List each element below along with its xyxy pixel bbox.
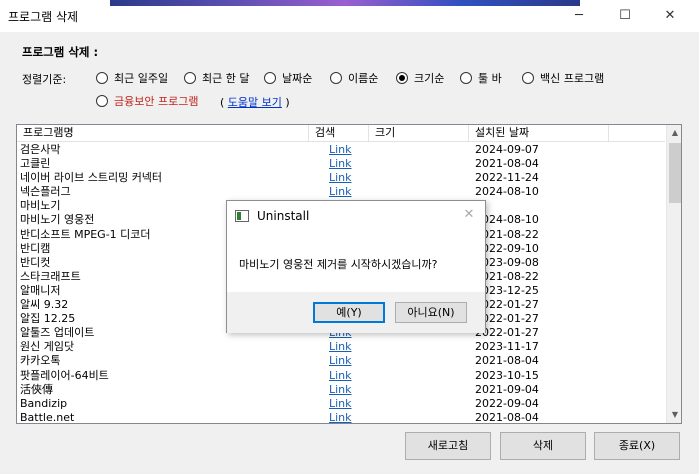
install-date: 2023-11-17 bbox=[475, 340, 539, 354]
radio-dot bbox=[184, 72, 196, 84]
program-name: 活俠傳 bbox=[20, 382, 53, 396]
delete-button[interactable]: 삭제 bbox=[500, 432, 586, 460]
column-header-size[interactable]: 크기 bbox=[369, 125, 469, 142]
radio-dot bbox=[96, 95, 108, 107]
help-link[interactable]: 도움말 보기 bbox=[228, 96, 282, 109]
program-name: 마비노기 영웅전 bbox=[20, 213, 95, 227]
exit-button[interactable]: 종료(X) bbox=[594, 432, 680, 460]
program-name: 검은사막 bbox=[20, 143, 61, 156]
list-item[interactable]: 팟플레이어-64비트 Link 2023-10-15 bbox=[17, 369, 665, 383]
list-item[interactable]: 고클린 Link 2021-08-04 bbox=[17, 157, 665, 171]
program-name: 알씨 9.32 bbox=[20, 298, 69, 312]
radio-dot-selected bbox=[396, 72, 408, 84]
radio-dot bbox=[460, 72, 472, 84]
maximize-button[interactable]: ☐ bbox=[610, 6, 640, 26]
install-date: 2023-10-15 bbox=[475, 368, 539, 382]
program-name: 넥슨플러그 bbox=[20, 185, 71, 199]
radio-dot bbox=[96, 72, 108, 84]
radio-dot bbox=[522, 72, 534, 84]
program-name: 고클린 bbox=[20, 157, 51, 171]
list-item[interactable]: 원신 게임닷 Link 2023-11-17 bbox=[17, 340, 665, 354]
install-date: 2022-11-24 bbox=[475, 171, 539, 185]
radio-name[interactable]: 이름순 bbox=[330, 70, 378, 86]
scroll-thumb[interactable] bbox=[669, 143, 681, 203]
title-bar: 프로그램 삭제 ─ ☐ ✕ bbox=[0, 0, 699, 32]
program-name: Bandizip bbox=[20, 396, 68, 410]
scroll-up-icon[interactable]: ▲ bbox=[667, 125, 681, 141]
search-link[interactable]: Link bbox=[329, 185, 352, 199]
dialog-title: Uninstall bbox=[257, 209, 310, 223]
list-item[interactable]: 넥슨플러그 Link 2024-08-10 bbox=[17, 185, 665, 199]
program-name: 팟플레이어-64비트 bbox=[20, 368, 109, 382]
program-name: 반디캠 bbox=[20, 241, 51, 255]
search-link[interactable]: Link bbox=[329, 354, 352, 368]
background-strip bbox=[110, 0, 580, 6]
search-link[interactable]: Link bbox=[329, 143, 352, 157]
search-link[interactable]: Link bbox=[329, 411, 352, 423]
yes-button[interactable]: 예(Y) bbox=[313, 302, 385, 323]
dialog-close-icon[interactable]: ✕ bbox=[461, 207, 477, 223]
program-name: 반디소프트 MPEG-1 디코더 bbox=[20, 227, 151, 241]
list-item[interactable]: Battle.net Link 2021-08-04 bbox=[17, 410, 665, 424]
radio-last-week[interactable]: 최근 일주일 bbox=[96, 70, 168, 86]
refresh-button[interactable]: 새로고침 bbox=[405, 432, 491, 460]
install-date: 2021-08-04 bbox=[475, 354, 539, 368]
scroll-down-icon[interactable]: ▼ bbox=[667, 407, 681, 423]
search-link[interactable]: Link bbox=[329, 340, 352, 354]
column-header-name[interactable]: 프로그램명 bbox=[17, 125, 309, 142]
list-item[interactable]: 검은사막 Link 2024-09-07 bbox=[17, 143, 665, 157]
radio-size[interactable]: 크기순 bbox=[396, 70, 444, 86]
install-date: 2021-09-04 bbox=[475, 382, 539, 396]
search-link[interactable]: Link bbox=[329, 397, 352, 411]
list-item[interactable]: 카카오톡 Link 2021-08-04 bbox=[17, 354, 665, 368]
app-window-icon bbox=[235, 210, 249, 222]
no-button[interactable]: 아니요(N) bbox=[395, 302, 467, 323]
help-link-group: ( 도움말 보기 ) bbox=[220, 96, 290, 109]
program-name: 네이버 라이브 스트리밍 커넥터 bbox=[20, 171, 163, 185]
install-date: 2024-09-07 bbox=[475, 143, 539, 156]
radio-dot bbox=[264, 72, 276, 84]
radio-toolbar[interactable]: 툴 바 bbox=[460, 70, 502, 86]
section-label: 프로그램 삭제 : bbox=[22, 45, 99, 59]
radio-financial-security[interactable]: 금융보안 프로그램 bbox=[96, 93, 198, 109]
minimize-button[interactable]: ─ bbox=[564, 6, 594, 26]
search-link[interactable]: Link bbox=[329, 157, 352, 171]
list-item[interactable]: Bandizip Link 2022-09-04 bbox=[17, 397, 665, 411]
program-name: 알툴즈 업데이트 bbox=[20, 326, 95, 340]
column-header-search[interactable]: 검색 bbox=[309, 125, 369, 142]
dialog-title-bar: Uninstall ✕ bbox=[227, 201, 485, 231]
close-button[interactable]: ✕ bbox=[655, 6, 685, 26]
program-name: 카카오톡 bbox=[20, 354, 61, 368]
window-title: 프로그램 삭제 bbox=[8, 10, 79, 24]
sort-label: 정렬기준: bbox=[22, 73, 67, 86]
install-date: 2021-08-04 bbox=[475, 157, 539, 171]
list-header: 프로그램명 검색 크기 설치된 날짜 bbox=[17, 125, 665, 142]
program-name: 알집 12.25 bbox=[20, 312, 76, 326]
program-name: 마비노기 bbox=[20, 199, 61, 213]
radio-last-month[interactable]: 최근 한 달 bbox=[184, 70, 249, 86]
vertical-scrollbar[interactable]: ▲ ▼ bbox=[666, 125, 681, 423]
radio-date[interactable]: 날짜순 bbox=[264, 70, 312, 86]
search-link[interactable]: Link bbox=[329, 369, 352, 383]
dialog-footer: 예(Y) 아니요(N) bbox=[227, 292, 485, 333]
program-name: 원신 게임닷 bbox=[20, 340, 75, 354]
install-date: 2024-08-10 bbox=[475, 185, 539, 199]
program-name: Battle.net bbox=[20, 410, 75, 424]
radio-antivirus[interactable]: 백신 프로그램 bbox=[522, 70, 604, 86]
column-header-date[interactable]: 설치된 날짜 bbox=[469, 125, 609, 142]
list-item[interactable]: 活俠傳 Link 2021-09-04 bbox=[17, 383, 665, 397]
install-date: 2021-08-04 bbox=[475, 410, 539, 424]
search-link[interactable]: Link bbox=[329, 383, 352, 397]
uninstall-dialog: Uninstall ✕ 마비노기 영웅전 제거를 시작하시겠습니까? 예(Y) … bbox=[226, 200, 486, 333]
program-name: 반디컷 bbox=[20, 255, 51, 269]
dialog-message: 마비노기 영웅전 제거를 시작하시겠습니까? bbox=[239, 258, 438, 271]
list-item[interactable]: 네이버 라이브 스트리밍 커넥터 Link 2022-11-24 bbox=[17, 171, 665, 185]
install-date: 2022-09-04 bbox=[475, 396, 539, 410]
program-name: 스타크래프트 bbox=[20, 269, 81, 283]
search-link[interactable]: Link bbox=[329, 171, 352, 185]
program-name: 알매니저 bbox=[20, 283, 61, 297]
radio-dot bbox=[330, 72, 342, 84]
